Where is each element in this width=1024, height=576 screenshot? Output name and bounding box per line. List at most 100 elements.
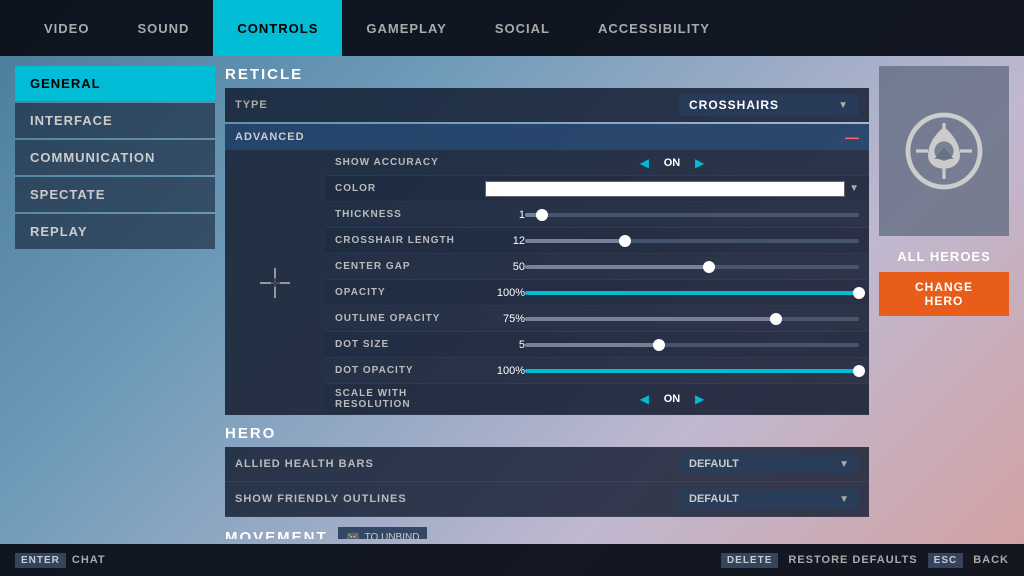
friendly-outlines-label: SHOW FRIENDLY OUTLINES xyxy=(235,493,679,505)
chevron-down-icon: ▼ xyxy=(838,100,849,111)
type-dropdown[interactable]: CROSSHAIRS ▼ xyxy=(679,94,859,116)
hero-row-outlines: SHOW FRIENDLY OUTLINES DEFAULT ▼ xyxy=(225,482,869,517)
color-picker[interactable]: ▼ xyxy=(485,181,859,197)
tab-controls[interactable]: CONTROLS xyxy=(213,0,342,56)
unbind-badge: 🎮 TO UNBIND xyxy=(338,527,428,539)
type-label: TYPE xyxy=(235,99,679,111)
scale-right-arrow-icon[interactable]: ▶ xyxy=(695,392,704,406)
center-gap-label: CENTER GAP xyxy=(335,261,485,272)
allied-health-bars-label: ALLIED HEALTH BARS xyxy=(235,458,679,470)
all-heroes-label: ALL HEROES xyxy=(897,249,991,264)
setting-opacity: OPACITY 100% xyxy=(325,280,869,306)
gamepad-icon: 🎮 xyxy=(346,530,361,539)
movement-section: MOVEMENT 🎮 TO UNBIND FORWARD W EMPTY EMP… xyxy=(225,527,869,539)
outline-opacity-thumb[interactable] xyxy=(770,313,782,325)
advanced-content: SHOW ACCURACY ◀ ON ▶ COLOR xyxy=(225,150,869,415)
allied-chevron-icon: ▼ xyxy=(839,459,849,470)
bottom-bar: ENTER CHAT DELETE RESTORE DEFAULTS ESC B… xyxy=(0,544,1024,576)
tab-video[interactable]: VIDEO xyxy=(20,0,113,56)
advanced-header: ADVANCED — xyxy=(225,124,869,150)
dot-opacity-slider[interactable] xyxy=(525,369,859,373)
enter-key-badge: ENTER xyxy=(15,553,66,568)
center-gap-value: 50 xyxy=(485,261,525,273)
dot-size-slider[interactable] xyxy=(525,343,859,347)
dot-opacity-track xyxy=(525,369,859,373)
outline-opacity-fill xyxy=(525,317,776,321)
opacity-thumb[interactable] xyxy=(853,287,865,299)
sidebar-item-interface[interactable]: INTERFACE xyxy=(15,103,215,138)
right-arrow-icon[interactable]: ▶ xyxy=(695,156,704,170)
color-chevron-icon: ▼ xyxy=(849,183,859,194)
scale-left-arrow-icon[interactable]: ◀ xyxy=(640,392,649,406)
sidebar-item-general[interactable]: GENERAL xyxy=(15,66,215,101)
tab-accessibility[interactable]: ACCESSIBILITY xyxy=(574,0,734,56)
outline-opacity-track xyxy=(525,317,859,321)
show-accuracy-value: ON xyxy=(657,157,687,169)
opacity-fill xyxy=(525,291,859,295)
setting-scale-resolution: SCALE WITH RESOLUTION ◀ ON ▶ xyxy=(325,384,869,415)
setting-outline-opacity: OUTLINE OPACITY 75% xyxy=(325,306,869,332)
thickness-track xyxy=(525,213,859,217)
outline-opacity-label: OUTLINE OPACITY xyxy=(335,313,485,324)
outline-opacity-slider[interactable] xyxy=(525,317,859,321)
crosshair-length-slider[interactable] xyxy=(525,239,859,243)
bottom-left: ENTER CHAT xyxy=(15,553,106,568)
left-arrow-icon[interactable]: ◀ xyxy=(640,156,649,170)
crosshair-length-fill xyxy=(525,239,625,243)
outline-opacity-value: 75% xyxy=(485,313,525,325)
thickness-slider[interactable] xyxy=(525,213,859,217)
hero-logo-box xyxy=(879,66,1009,236)
crosshair-length-value: 12 xyxy=(485,235,525,247)
friendly-outlines-dropdown[interactable]: DEFAULT ▼ xyxy=(679,489,859,509)
allied-health-bars-dropdown[interactable]: DEFAULT ▼ xyxy=(679,454,859,474)
movement-title: MOVEMENT xyxy=(225,529,328,540)
center-gap-slider[interactable] xyxy=(525,265,859,269)
outlines-chevron-icon: ▼ xyxy=(839,494,849,505)
tab-social[interactable]: SOCIAL xyxy=(471,0,574,56)
dot-size-fill xyxy=(525,343,659,347)
center-gap-thumb[interactable] xyxy=(703,261,715,273)
tab-sound[interactable]: SOUND xyxy=(113,0,213,56)
esc-key-badge: ESC xyxy=(928,553,964,568)
bottom-right: DELETE RESTORE DEFAULTS ESC BACK xyxy=(721,553,1009,568)
crosshair-length-label: CROSSHAIR LENGTH xyxy=(335,235,485,246)
crosshair-symbol xyxy=(260,268,290,298)
opacity-slider[interactable] xyxy=(525,291,859,295)
crosshair-length-thumb[interactable] xyxy=(619,235,631,247)
overwatch-logo xyxy=(904,111,984,191)
movement-header: MOVEMENT 🎮 TO UNBIND xyxy=(225,527,869,539)
sidebar-item-communication[interactable]: COMMUNICATION xyxy=(15,140,215,175)
advanced-rows: SHOW ACCURACY ◀ ON ▶ COLOR xyxy=(325,150,869,415)
hero-row-allied: ALLIED HEALTH BARS DEFAULT ▼ xyxy=(225,447,869,482)
opacity-value: 100% xyxy=(485,287,525,299)
setting-show-accuracy: SHOW ACCURACY ◀ ON ▶ xyxy=(325,150,869,176)
hero-section: HERO ALLIED HEALTH BARS DEFAULT ▼ SHOW F… xyxy=(225,425,869,517)
right-panel: ALL HEROES CHANGE HERO xyxy=(879,66,1009,539)
color-label: COLOR xyxy=(335,183,485,194)
opacity-track xyxy=(525,291,859,295)
setting-color: COLOR ▼ xyxy=(325,176,869,202)
dot-opacity-thumb[interactable] xyxy=(853,365,865,377)
thickness-value: 1 xyxy=(485,209,525,221)
friendly-outlines-value: DEFAULT xyxy=(689,493,831,505)
main-layout: GENERAL INTERFACE COMMUNICATION SPECTATE… xyxy=(0,56,1024,544)
hero-rows: ALLIED HEALTH BARS DEFAULT ▼ SHOW FRIEND… xyxy=(225,447,869,517)
type-value: CROSSHAIRS xyxy=(689,98,830,112)
scale-resolution-toggle[interactable]: ◀ ON ▶ xyxy=(485,392,859,406)
dot-size-thumb[interactable] xyxy=(653,339,665,351)
show-accuracy-toggle[interactable]: ◀ ON ▶ xyxy=(485,156,859,170)
dot-opacity-label: DOT OPACITY xyxy=(335,365,485,376)
setting-dot-opacity: DOT OPACITY 100% xyxy=(325,358,869,384)
center-gap-track xyxy=(525,265,859,269)
reticle-section: RETICLE TYPE CROSSHAIRS ▼ ADVANCED — xyxy=(225,66,869,415)
thickness-thumb[interactable] xyxy=(536,209,548,221)
scale-resolution-label: SCALE WITH RESOLUTION xyxy=(335,388,485,410)
sidebar-item-replay[interactable]: REPLAY xyxy=(15,214,215,249)
collapse-button[interactable]: — xyxy=(845,129,859,145)
tab-gameplay[interactable]: GAMEPLAY xyxy=(342,0,470,56)
sidebar-item-spectate[interactable]: SPECTATE xyxy=(15,177,215,212)
advanced-container: ADVANCED — xyxy=(225,124,869,415)
dot-size-track xyxy=(525,343,859,347)
change-hero-button[interactable]: CHANGE HERO xyxy=(879,272,1009,316)
show-accuracy-label: SHOW ACCURACY xyxy=(335,157,485,168)
